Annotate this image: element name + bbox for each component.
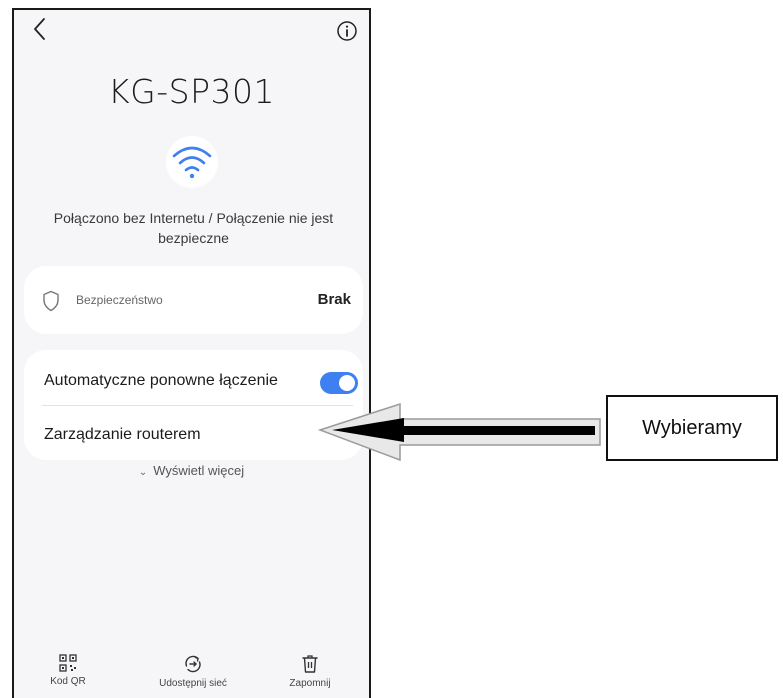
- forget-network-button[interactable]: Zapomnij: [265, 650, 355, 689]
- auto-reconnect-row[interactable]: Automatyczne ponowne łączenie: [24, 354, 363, 404]
- shield-icon: [43, 290, 59, 312]
- toggle-knob: [339, 375, 355, 391]
- connection-status-text: Połączono bez Internetu / Połączenie nie…: [53, 210, 334, 246]
- back-icon[interactable]: [30, 16, 50, 42]
- show-more-label: Wyświetl więcej: [153, 463, 245, 478]
- security-card: Bezpieczeństwo Brak: [24, 266, 363, 334]
- auto-reconnect-toggle[interactable]: [320, 372, 358, 394]
- qr-code-label: Kod QR: [50, 676, 86, 687]
- annotation-callout: Wybieramy: [606, 395, 778, 461]
- share-icon: [185, 655, 201, 673]
- auto-reconnect-label: Automatyczne ponowne łączenie: [44, 372, 278, 389]
- trash-icon: [302, 655, 318, 673]
- chevron-down-icon: ⌄: [138, 467, 148, 478]
- bottom-action-bar: Kod QR Udostępnij sieć Zapomnij: [14, 650, 369, 698]
- wifi-icon: [172, 146, 212, 179]
- router-management-label: Zarządzanie routerem: [44, 426, 201, 443]
- share-network-button[interactable]: Udostępnij sieć: [148, 650, 238, 689]
- qr-code-button[interactable]: Kod QR: [23, 650, 113, 687]
- callout-text: Wybieramy: [642, 416, 742, 439]
- security-label: Bezpieczeństwo: [76, 293, 163, 307]
- divider: [42, 405, 353, 406]
- router-management-row[interactable]: Zarządzanie routerem: [24, 408, 363, 458]
- forget-network-label: Zapomnij: [289, 678, 331, 689]
- annotation-arrow: [318, 402, 601, 462]
- qr-code-icon: [59, 654, 77, 672]
- options-card: Automatyczne ponowne łączenie Zarządzani…: [24, 350, 363, 460]
- info-icon[interactable]: [336, 20, 358, 42]
- show-more-button[interactable]: ⌄ Wyświetl więcej: [14, 463, 369, 478]
- share-network-label: Udostępnij sieć: [159, 678, 227, 689]
- network-name-title: KG-SP301: [108, 72, 275, 111]
- security-value: Brak: [317, 291, 351, 308]
- phone-screen: KG-SP301 Połączono bez Internetu / Połąc…: [12, 8, 371, 698]
